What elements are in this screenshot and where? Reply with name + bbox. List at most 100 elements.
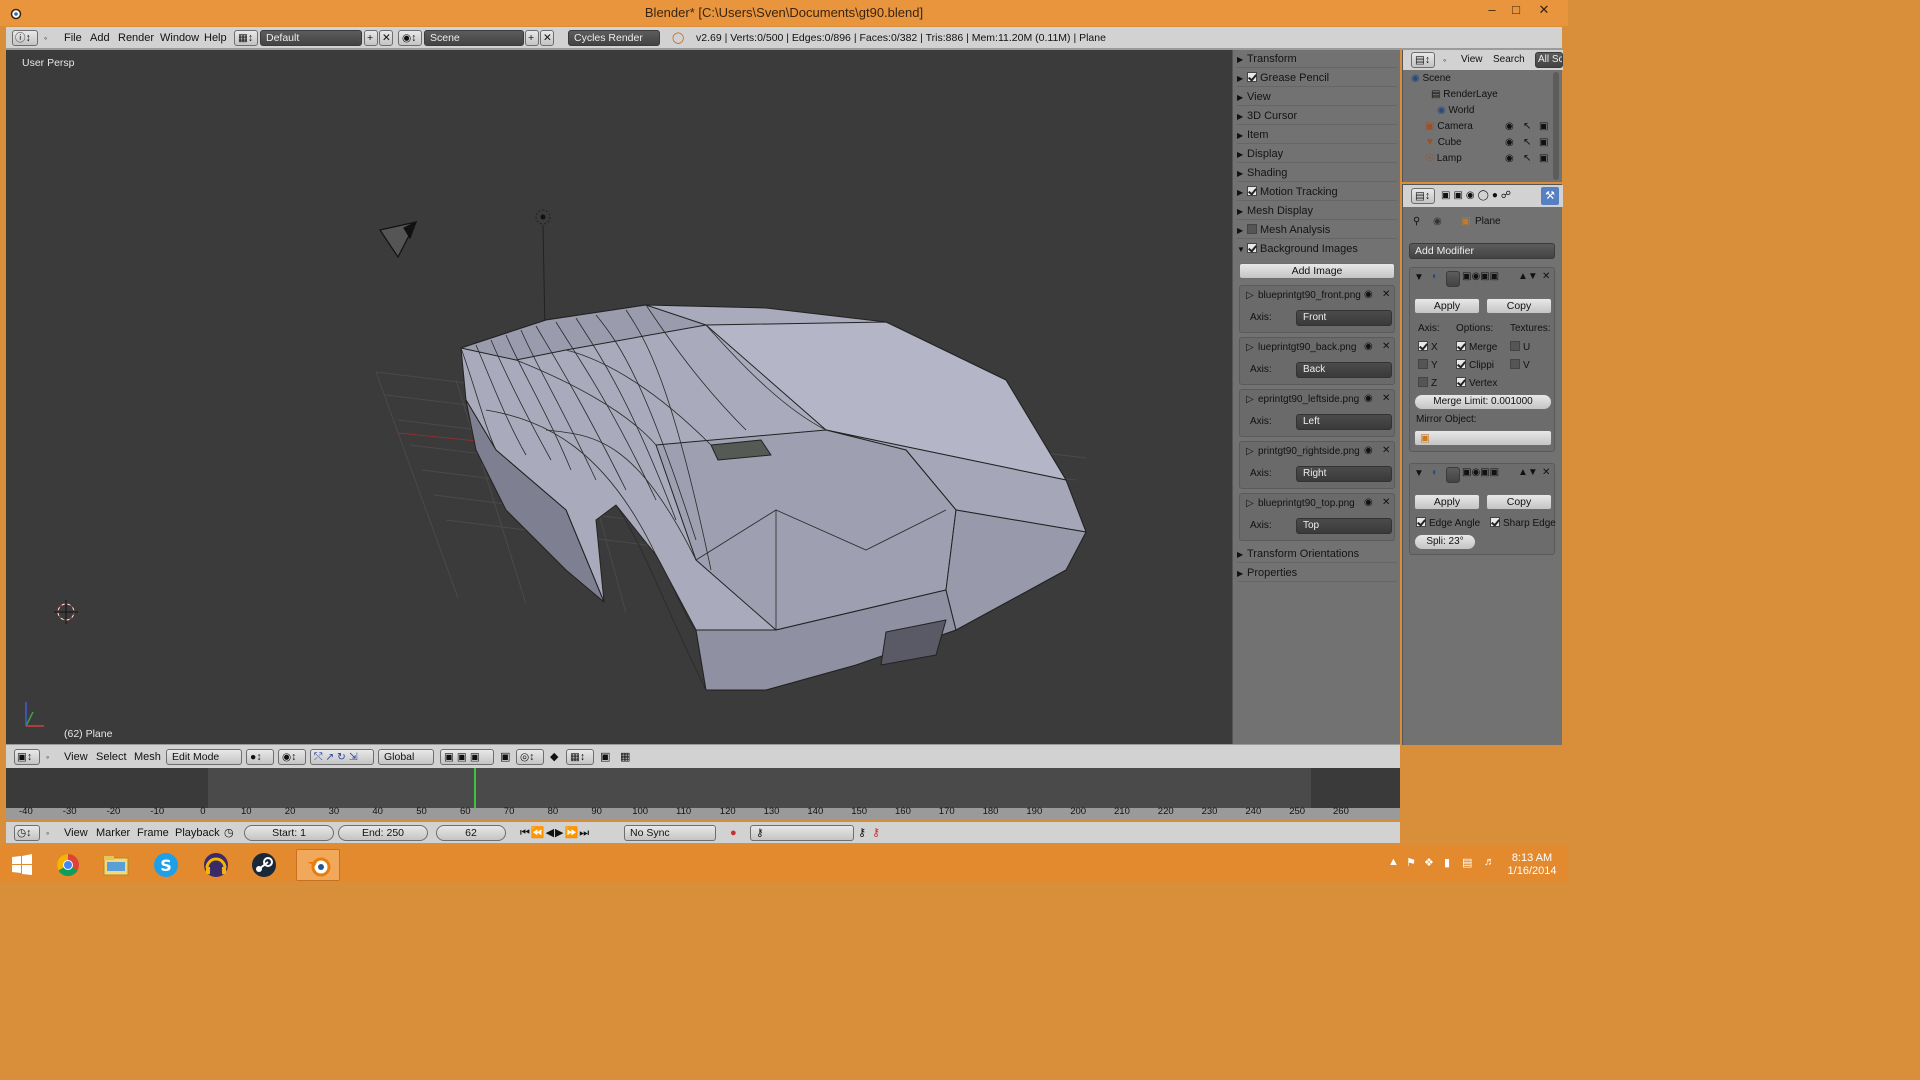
expand-icon[interactable]: ▷	[1246, 342, 1254, 353]
collapse-icon[interactable]: ◦	[1443, 52, 1446, 68]
eye-icon[interactable]: ◉	[1364, 393, 1373, 404]
mirror-u-checkbox[interactable]: U	[1510, 341, 1530, 353]
panel-view[interactable]: ▶ View	[1237, 88, 1397, 106]
start-icon[interactable]	[0, 849, 44, 881]
merge-checkbox[interactable]: Merge	[1456, 341, 1497, 353]
panel-transform-orientations[interactable]: ▶ Transform Orientations	[1237, 545, 1397, 563]
remove-icon[interactable]: ✕	[1382, 445, 1390, 456]
current-frame-marker[interactable]	[473, 768, 476, 808]
menu-help[interactable]: Help	[204, 30, 227, 46]
skype-icon[interactable]: S	[144, 849, 188, 881]
mirror-v-checkbox[interactable]: V	[1510, 359, 1530, 371]
panel-grease-pencil[interactable]: ▶ Grease Pencil	[1237, 69, 1397, 87]
pivot-point-icon[interactable]: ◉↕	[278, 749, 306, 765]
3d-viewport[interactable]: User Persp (62) Plane	[6, 50, 1232, 745]
clipping-checkbox[interactable]: Clippi	[1456, 359, 1494, 371]
remove-icon[interactable]: ✕	[1382, 497, 1390, 508]
image-name[interactable]: lueprintgt90_back.png	[1258, 342, 1356, 353]
panel-transform[interactable]: ▶ Transform	[1237, 50, 1397, 68]
proportional-edit-icon[interactable]: ◎↕	[516, 749, 544, 765]
menu-add[interactable]: Add	[90, 30, 110, 46]
dropbox-icon[interactable]: ❖	[1424, 856, 1434, 869]
image-name[interactable]: printgt90_rightside.png	[1258, 446, 1360, 457]
axis-select[interactable]: Top	[1296, 518, 1392, 534]
battery-icon[interactable]: ▮	[1444, 856, 1450, 869]
expand-icon[interactable]: ▷	[1246, 498, 1254, 509]
panel-3d-cursor[interactable]: ▶ 3D Cursor	[1237, 107, 1397, 125]
menu-file[interactable]: File	[64, 30, 82, 46]
insert-keyframe-icon[interactable]: ⚷	[858, 825, 866, 841]
panel-mesh-display[interactable]: ▶ Mesh Display	[1237, 202, 1397, 220]
keying-set-field[interactable]: ⚷	[750, 825, 854, 841]
remove-icon[interactable]: ✕	[1382, 393, 1390, 404]
outliner-item-lamp[interactable]: ☉ Lamp ◉ ↖ ▣	[1425, 151, 1571, 167]
record-icon[interactable]: ●	[730, 825, 737, 841]
menu-select[interactable]: Select	[96, 749, 127, 765]
panel-mesh-analysis[interactable]: ▶ Mesh Analysis	[1237, 221, 1397, 239]
end-frame-field[interactable]: End: 250	[338, 825, 428, 841]
eye-icon[interactable]: ◉	[1364, 497, 1373, 508]
apply-button[interactable]: Apply	[1414, 494, 1480, 510]
menu-marker[interactable]: Marker	[96, 825, 130, 841]
snap-toggle-icon[interactable]: ◆	[550, 749, 558, 765]
render-icon[interactable]: ▣	[1539, 119, 1548, 135]
menu-view[interactable]: View	[1461, 52, 1483, 68]
split-angle-field[interactable]: Spli: 23°	[1414, 534, 1476, 550]
editor-type-icon[interactable]: ⓘ↕	[12, 30, 38, 46]
mode-select[interactable]: Edit Mode	[166, 749, 242, 765]
axis-select[interactable]: Left	[1296, 414, 1392, 430]
sharp-edge-checkbox[interactable]: Sharp Edge	[1490, 517, 1556, 529]
outliner-item-cube[interactable]: ▼ Cube ◉ ↖ ▣	[1425, 135, 1571, 151]
eye-icon[interactable]: ◉	[1364, 289, 1373, 300]
render-animation-icon[interactable]: ▦	[620, 749, 630, 765]
editor-type-icon[interactable]: ◷↕	[14, 825, 40, 841]
maximize-icon[interactable]: □	[1504, 0, 1528, 22]
image-name[interactable]: blueprintgt90_front.png	[1258, 290, 1361, 301]
eye-icon[interactable]: ◉	[1364, 445, 1373, 456]
panel-shading[interactable]: ▶ Shading	[1237, 164, 1397, 182]
close-icon[interactable]: ✕	[1532, 0, 1556, 22]
pin-icon[interactable]: ⚲	[1413, 216, 1420, 227]
move-updown-icon[interactable]: ▲▼	[1518, 467, 1538, 478]
edge-angle-checkbox[interactable]: Edge Angle	[1416, 517, 1480, 529]
modifier-name-field[interactable]	[1446, 271, 1460, 287]
display-mode-select[interactable]: All Sc	[1535, 52, 1563, 68]
collapse-icon[interactable]: ▼	[1414, 468, 1424, 479]
collapse-icon[interactable]: ◦	[44, 30, 47, 46]
outliner-scrollbar[interactable]	[1553, 72, 1559, 180]
axis-select[interactable]: Front	[1296, 310, 1392, 326]
remove-modifier-icon[interactable]: ✕	[1542, 467, 1550, 478]
collapse-icon[interactable]: ▼	[1414, 272, 1424, 283]
viewport-shading-icon[interactable]: ●↕	[246, 749, 274, 765]
eye-icon[interactable]: ◉	[1364, 341, 1373, 352]
clock[interactable]: 8:13 AM 1/16/2014	[1504, 852, 1560, 878]
axis-z-checkbox[interactable]: Z	[1418, 377, 1437, 389]
display-toggles-icon[interactable]: ▣◉▣▣	[1462, 467, 1499, 478]
expand-icon[interactable]: ▷	[1246, 446, 1254, 457]
menu-mesh[interactable]: Mesh	[134, 749, 161, 765]
enable-checkbox[interactable]	[1247, 72, 1257, 82]
remove-icon[interactable]: ✕	[1382, 341, 1390, 352]
transform-orientation-select[interactable]: Global	[378, 749, 434, 765]
collapse-icon[interactable]: ◦	[46, 749, 49, 765]
outliner-item-scene[interactable]: ◉ Scene	[1411, 71, 1557, 87]
timeline-editor[interactable]: -40 -30 -20 -10 0 10 20 30 40 50 60 70 80 90 100 110 120…	[6, 768, 1400, 820]
mirror-object-field[interactable]: ▣	[1414, 430, 1552, 446]
panel-motion-tracking[interactable]: ▶ Motion Tracking	[1237, 183, 1397, 201]
flag-icon[interactable]: ⚑	[1406, 856, 1416, 869]
panel-display[interactable]: ▶ Display	[1237, 145, 1397, 163]
vertex-groups-checkbox[interactable]: Vertex	[1456, 377, 1497, 389]
show-hidden-icons[interactable]: ▲	[1388, 856, 1399, 868]
limit-selection-icon[interactable]: ▣	[500, 749, 510, 765]
playback-controls-icon[interactable]: ⏮⏪◀▶⏩⏭	[520, 825, 590, 841]
render-icon[interactable]: ▣	[1539, 135, 1548, 151]
modifier-name-field[interactable]	[1446, 467, 1460, 483]
outliner-item-camera[interactable]: ▣ Camera ◉ ↖ ▣	[1425, 119, 1571, 135]
outliner-item-world[interactable]: ◉ World	[1437, 103, 1583, 119]
start-frame-field[interactable]: Start: 1	[244, 825, 334, 841]
network-icon[interactable]: ▤	[1462, 856, 1472, 869]
expand-icon[interactable]: ▷	[1246, 394, 1254, 405]
move-updown-icon[interactable]: ▲▼	[1518, 271, 1538, 282]
copy-button[interactable]: Copy	[1486, 298, 1552, 314]
blender-icon[interactable]	[296, 849, 340, 881]
